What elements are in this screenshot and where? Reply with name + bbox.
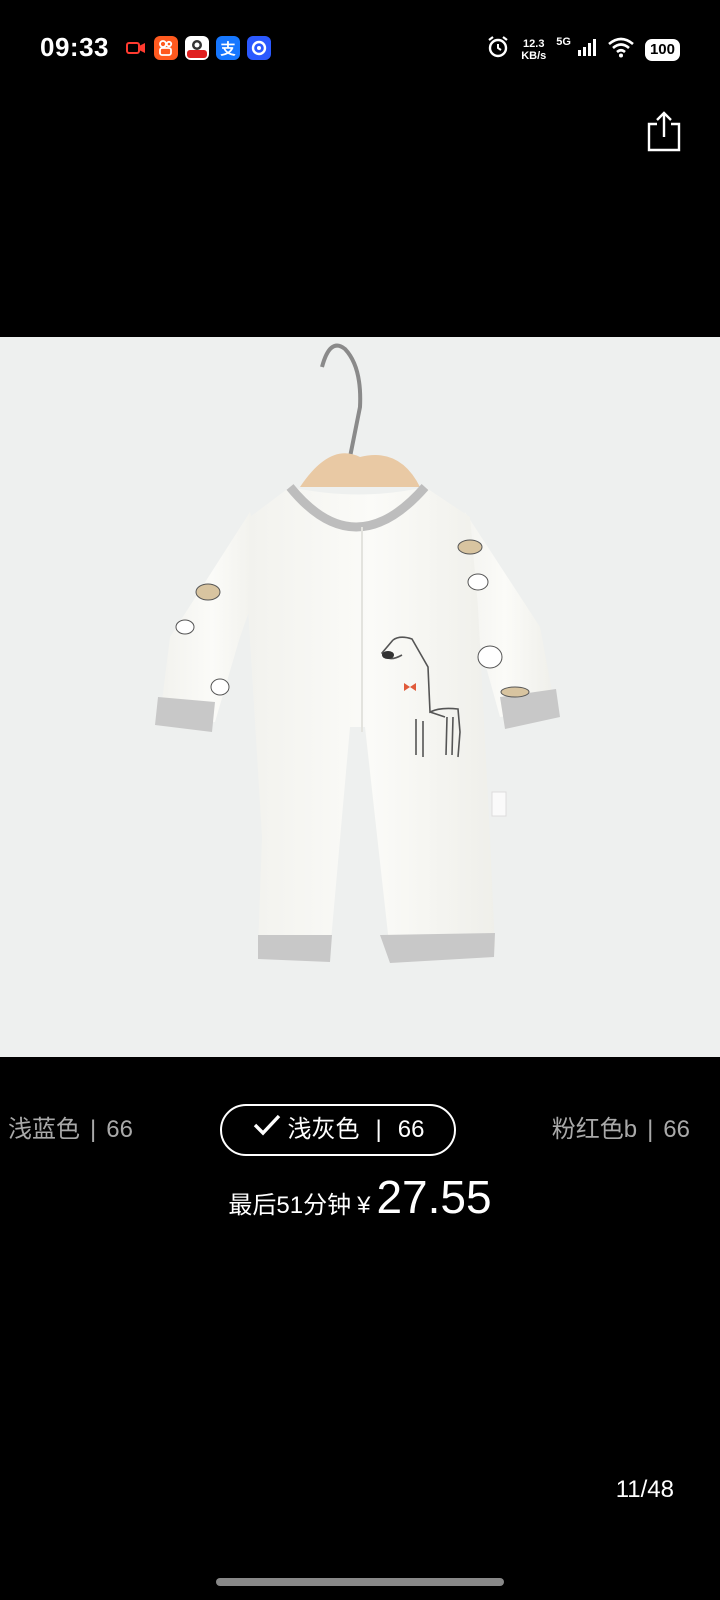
svg-text:支: 支: [219, 40, 236, 58]
signal-icon: [577, 37, 597, 62]
variant-separator: |: [90, 1116, 97, 1143]
network-speed-unit: KB/s: [521, 49, 547, 62]
status-right-group: 12.3 KB/s 5G 100: [485, 34, 680, 65]
kuaishou-app-icon: [154, 36, 178, 60]
variant-color-label: 浅灰色: [287, 1116, 360, 1143]
share-button[interactable]: [646, 110, 682, 152]
variant-selector: 浅蓝色 | 66 浅灰色 | 66 粉红色b | 66: [0, 1104, 720, 1156]
variant-option-light-gray[interactable]: 浅灰色 | 66: [220, 1104, 456, 1156]
variant-separator: |: [375, 1116, 382, 1143]
network-type: 5G: [556, 35, 571, 48]
status-time: 09:33: [40, 32, 109, 62]
wifi-icon: [607, 36, 635, 63]
currency-symbol: ¥: [357, 1192, 371, 1219]
network-speed-value: 12.3: [523, 37, 545, 50]
variant-size-label: 66: [106, 1116, 133, 1143]
price-value: 27.55: [376, 1171, 492, 1223]
status-bar: 09:33 支 12.3 KB/s 5G 100: [0, 0, 720, 96]
price-countdown-label: 最后51分钟: [228, 1192, 352, 1219]
alarm-icon: [485, 34, 511, 65]
product-image[interactable]: [0, 337, 720, 1057]
screen-record-icon: [124, 36, 148, 60]
variant-size-label: 66: [397, 1116, 425, 1143]
variant-color-label: 粉红色b: [551, 1116, 638, 1143]
variant-color-label: 浅蓝色: [8, 1116, 80, 1143]
page-indicator: 11/48: [615, 1476, 674, 1503]
baby-romper-illustration: [155, 343, 560, 963]
battery-icon: 100: [644, 38, 680, 61]
app-notification-icon: [185, 36, 209, 60]
variant-option-pink[interactable]: 粉红色b | 66: [552, 1104, 690, 1156]
check-icon: [252, 1104, 282, 1156]
variant-size-label: 66: [663, 1116, 690, 1143]
variant-separator: |: [647, 1116, 654, 1143]
price-line: 最后51分钟 ¥27.55: [0, 1170, 720, 1224]
alipay-icon: 支: [216, 36, 240, 60]
network-speed: 12.3 KB/s: [521, 38, 546, 62]
home-indicator[interactable]: [216, 1578, 504, 1586]
baidu-netdisk-icon: [247, 36, 271, 60]
share-icon: [647, 111, 681, 152]
variant-option-light-blue[interactable]: 浅蓝色 | 66: [8, 1104, 133, 1156]
